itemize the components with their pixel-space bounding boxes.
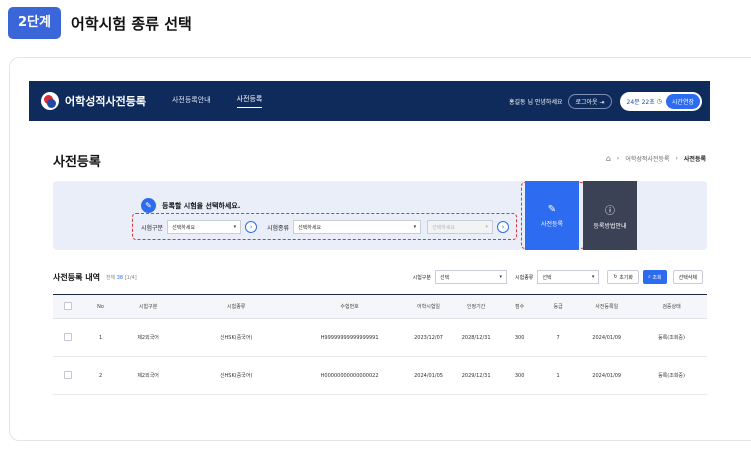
col-exam-date: 어학시험일 [405,294,452,319]
exam-sub-select[interactable]: 선택하세요 ▾ [427,220,493,234]
step-badge: 2단계 [8,7,61,39]
list-count: 전체 38 [1/4] [105,274,137,281]
top-nav: 어학성적사전등록 사전등록안내 사전등록 홍길동 님 안녕하세요 로그아웃 ⇥ … [29,81,710,121]
col-exam-number: 수험번호 [293,294,406,319]
chevron-down-icon: ▾ [591,274,595,280]
nav-registration[interactable]: 사전등록 [236,94,263,108]
logout-icon: ⇥ [599,98,605,106]
table-row[interactable]: 1 제2외국어 신HSK(중국어) H99999999999999991 202… [53,318,707,357]
select-guide-text: 등록할 시험을 선택하세요. [162,201,241,210]
search-button[interactable]: ⌕ 조회 [643,270,667,284]
site-logo-text[interactable]: 어학성적사전등록 [65,93,146,109]
exam-category-select[interactable]: 선택하세요 ▾ [167,220,242,234]
page-header: 사전등록 ⌂ › 어학성적사전등록 › 사전등록 [29,121,710,181]
table-header-row: No 시험구분 시험종류 수험번호 어학시험일 인정기간 점수 등급 사전등록일… [53,294,707,319]
table-row[interactable]: 2 제2외국어 신HSK(중국어) H00000000000000022 202… [53,356,707,395]
breadcrumb-item-current: 사전등록 [683,156,706,163]
user-greeting: 홍길동 님 안녕하세요 [508,98,563,106]
info-icon: ⓘ [605,205,615,217]
breadcrumb: ⌂ › 어학성적사전등록 › 사전등록 [600,154,706,163]
registration-table: No 시험구분 시험종류 수험번호 어학시험일 인정기간 점수 등급 사전등록일… [53,294,707,395]
col-status: 검증상태 [636,294,707,319]
timer-text: 24분 22초 [626,98,655,106]
col-score: 점수 [500,294,539,319]
col-category: 시험구분 [117,294,179,319]
chevron-down-icon: ▾ [413,224,417,230]
registration-guide-button[interactable]: ⓘ 등록방법안내 [583,181,637,250]
extend-time-button[interactable]: 시간연장 [665,93,700,109]
filter-type-select[interactable]: 선택 ▾ [537,270,600,284]
exam-category-group: 시험구분 선택하세요 ▾ › [141,220,258,234]
list-header: 사전등록 내역 전체 38 [1/4] 시험구분 선택 ▾ 시험종류 선택 ▾ ↻ … [53,267,707,287]
chevron-down-icon: ▾ [485,224,488,230]
exam-type-select[interactable]: 선택하세요 ▾ [293,220,422,234]
logout-button[interactable]: 로그아웃 ⇥ [568,93,612,109]
col-type: 시험종류 [178,294,294,319]
edit-doc-icon: ✎ [141,198,156,213]
step-title: 어학시험 종류 선택 [70,14,192,33]
col-valid-period: 인정기간 [451,294,501,319]
exam-category-next-button[interactable]: › [245,221,258,233]
pencil-icon: ✎ [547,203,557,215]
step-header: 2단계 어학시험 종류 선택 [8,6,192,40]
exam-category-label: 시험구분 [141,224,164,232]
taegeuk-logo-icon [41,92,59,110]
col-no: No [83,294,118,319]
session-timer: 24분 22초 ◷ 시간연장 [619,91,702,111]
breadcrumb-item-1[interactable]: 어학성적사전등록 [625,154,669,163]
filter-category-select[interactable]: 선택 ▾ [435,270,507,284]
list-filters: 시험구분 선택 ▾ 시험종류 선택 ▾ ↻ 초기화 ⌕ 조회 선택삭제 [413,267,707,287]
exam-type-label: 시험종류 [267,224,290,232]
exam-type-next-button[interactable]: › [497,221,509,233]
breadcrumb-sep-icon: › [675,155,678,162]
chevron-down-icon: ▾ [233,224,237,230]
nav-registration-guide[interactable]: 사전등록안내 [172,95,211,108]
nav-user-area: 홍길동 님 안녕하세요 로그아웃 ⇥ 24분 22초 ◷ 시간연장 [509,81,702,121]
select-guide-row: ✎ 등록할 시험을 선택하세요. [141,198,240,213]
page-title: 사전등록 [53,155,101,170]
row-checkbox[interactable] [64,370,73,379]
filter-category-label: 시험구분 [412,274,431,281]
list-title: 사전등록 내역 [53,272,100,282]
col-register-date: 사전등록일 [577,294,637,319]
row-checkbox[interactable] [64,332,73,341]
chevron-down-icon: ▾ [499,274,502,280]
filter-type-label: 시험종류 [515,274,534,281]
exam-select-panel: ✎ 등록할 시험을 선택하세요. 시험구분 선택하세요 ▾ › 시험종류 선택하세… [53,181,707,250]
register-button[interactable]: ✎ 사전등록 [525,181,579,250]
clock-icon: ◷ [654,97,662,105]
reset-button[interactable]: ↻ 초기화 [607,270,639,284]
col-grade: 등급 [538,294,578,319]
home-icon[interactable]: ⌂ [606,154,611,163]
exam-sub-group: 선택하세요 ▾ › [427,220,509,234]
breadcrumb-sep-icon: › [616,155,620,162]
select-all-checkbox[interactable] [64,301,73,310]
exam-type-group: 시험종류 선택하세요 ▾ [267,220,422,234]
delete-selected-button[interactable]: 선택삭제 [672,270,703,284]
